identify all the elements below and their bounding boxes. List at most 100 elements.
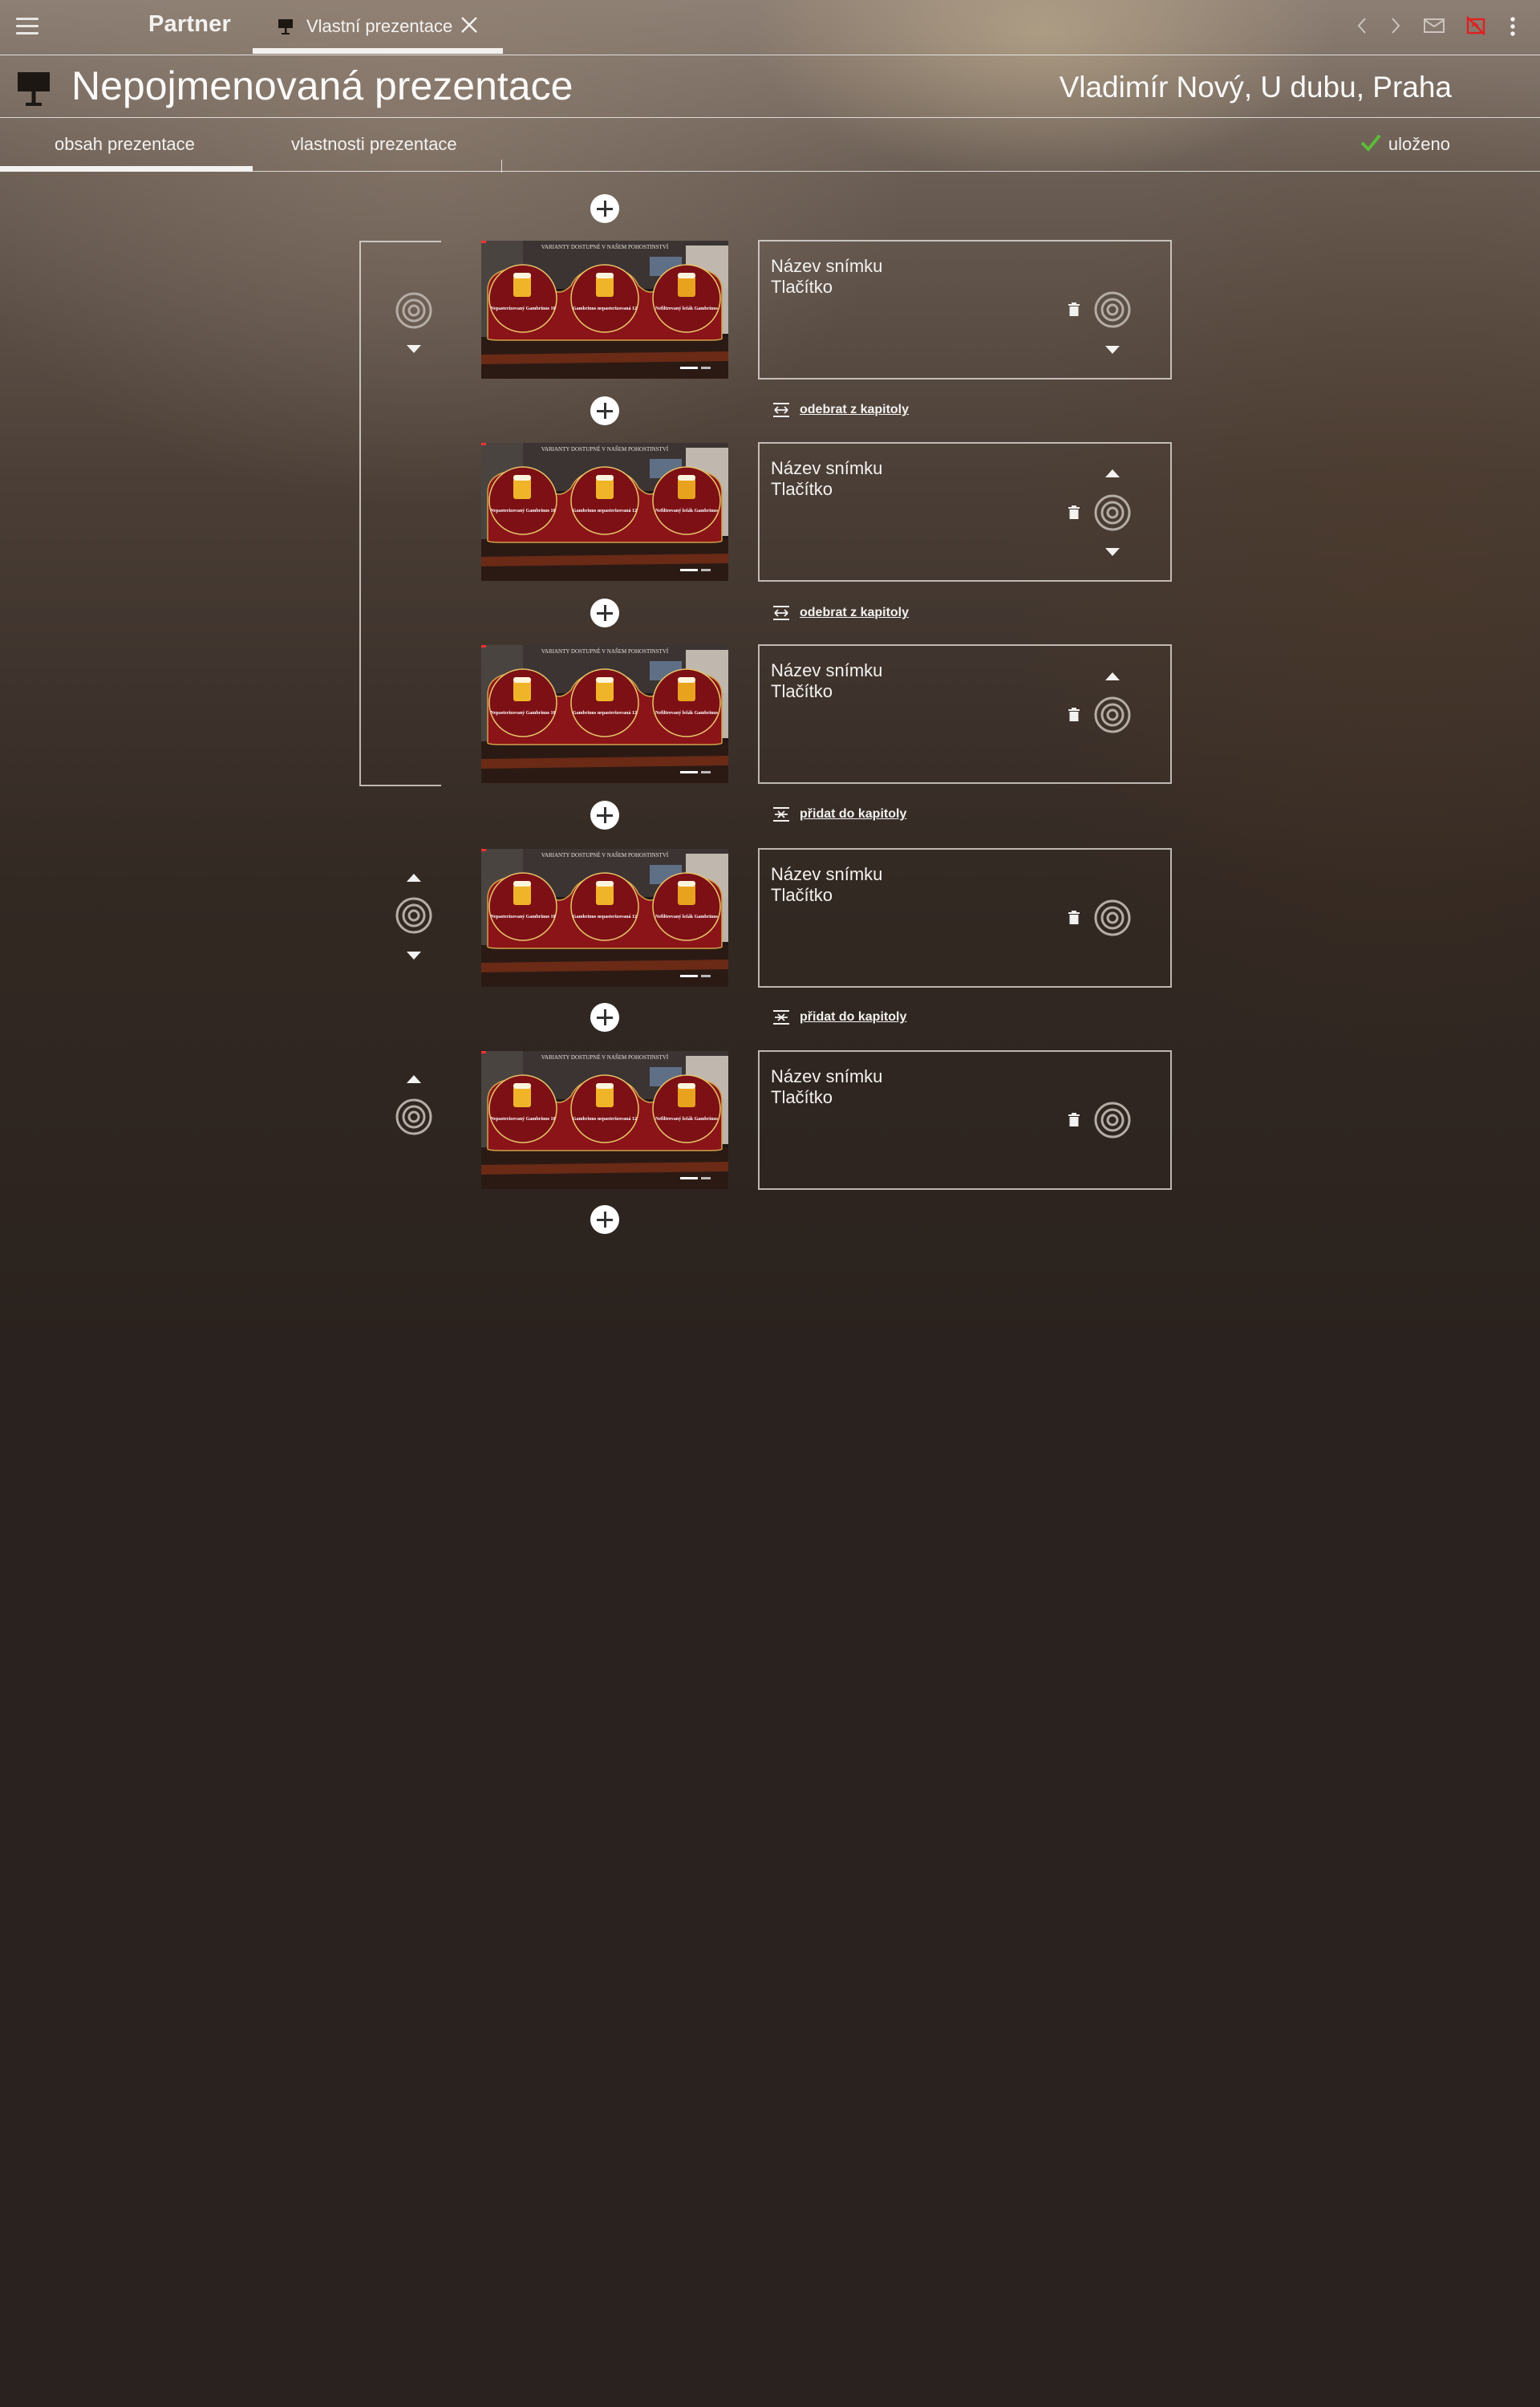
active-tab-indicator (0, 166, 253, 172)
thumbnail-heading: VARIANTY DOSTUPNÉ V NAŠEM POHOSTINSTVÍ (541, 446, 669, 453)
add-slide-button[interactable] (590, 194, 619, 223)
save-status-label: uloženo (1388, 134, 1450, 154)
checkmark-icon (1360, 134, 1381, 152)
slide-target-icon[interactable] (1094, 1102, 1131, 1143)
chevron-left-icon[interactable] (1354, 14, 1370, 41)
presentation-header: Nepojmenovaná prezentace Vladimír Nový, … (0, 55, 1540, 118)
move-down-icon[interactable] (406, 343, 422, 358)
slide-thumbnail[interactable]: VARIANTY DOSTUPNÉ V NAŠEM POHOSTINSTVÍ N… (481, 849, 728, 987)
remove-from-chapter-link[interactable]: odebrat z kapitoly (773, 606, 909, 620)
slide-thumbnail-image: VARIANTY DOSTUPNÉ V NAŠEM POHOSTINSTVÍ N… (481, 849, 728, 987)
thumbnail-item-title: Nefiltrovaný ležák Gambrinus (655, 1117, 719, 1122)
no-connection-icon[interactable] (1465, 15, 1486, 40)
tab-label: vlastnosti prezentace (291, 134, 457, 154)
move-up-icon[interactable] (406, 872, 422, 887)
slide-button-label[interactable]: Tlačítko (771, 277, 833, 298)
presentation-board-icon (277, 18, 294, 39)
delete-icon[interactable] (1068, 302, 1080, 321)
slide-target-icon[interactable] (1094, 899, 1131, 940)
add-slide-button[interactable] (590, 1205, 619, 1234)
slide-thumbnail[interactable]: VARIANTY DOSTUPNÉ V NAŠEM POHOSTINSTVÍ N… (481, 241, 728, 379)
slide-target-icon[interactable] (1094, 494, 1131, 535)
slide-thumbnail-image: VARIANTY DOSTUPNÉ V NAŠEM POHOSTINSTVÍ N… (481, 645, 728, 783)
tab-divider (501, 160, 502, 173)
app-brand: Partner (148, 11, 231, 37)
remove-from-chapter-icon (773, 403, 789, 417)
slide-name-label[interactable]: Název snímku (771, 458, 882, 479)
presentation-title[interactable]: Nepojmenovaná prezentace (71, 63, 573, 109)
thumbnail-item-title: Nefiltrovaný ležák Gambrinus (655, 509, 719, 513)
thumbnail-item-title: Gambrinus nepasterizovaná 12 (573, 711, 637, 716)
thumbnail-heading: VARIANTY DOSTUPNÉ V NAŠEM POHOSTINSTVÍ (541, 244, 669, 250)
slide-target-icon[interactable] (1094, 696, 1131, 737)
add-to-chapter-link[interactable]: přidat do kapitoly (773, 1010, 906, 1025)
thumbnail-heading: VARIANTY DOSTUPNÉ V NAŠEM POHOSTINSTVÍ (541, 1054, 669, 1061)
slide-thumbnail-image: VARIANTY DOSTUPNÉ V NAŠEM POHOSTINSTVÍ N… (481, 241, 728, 379)
chevron-right-icon[interactable] (1388, 14, 1404, 41)
slide-button-label[interactable]: Tlačítko (771, 885, 833, 906)
thumbnail-item-title: Nefiltrovaný ležák Gambrinus (655, 306, 719, 311)
thumbnail-item-title: Nepasterizovaný Gambrinus 10 (491, 1117, 556, 1122)
delete-icon[interactable] (1068, 708, 1080, 726)
add-slide-button[interactable] (590, 599, 619, 627)
thumbnail-item-title: Gambrinus nepasterizovaná 12 (573, 509, 637, 513)
move-down-icon[interactable] (1104, 344, 1121, 359)
mail-icon[interactable] (1423, 16, 1445, 39)
tab-obsah-prezentace[interactable]: obsah prezentace (0, 118, 253, 172)
slide-name-label[interactable]: Název snímku (771, 864, 882, 885)
slide-button-label[interactable]: Tlačítko (771, 1087, 833, 1108)
tab-label: obsah prezentace (55, 134, 195, 154)
remove-from-chapter-icon (773, 606, 789, 620)
move-down-icon[interactable] (406, 950, 422, 964)
delete-icon[interactable] (1068, 1113, 1080, 1131)
slide-name-label[interactable]: Název snímku (771, 660, 882, 681)
move-up-icon[interactable] (1104, 671, 1121, 685)
tab-label: Vlastní prezentace (306, 16, 453, 36)
thumbnail-heading: VARIANTY DOSTUPNÉ V NAŠEM POHOSTINSTVÍ (541, 648, 669, 655)
slide-thumbnail-image: VARIANTY DOSTUPNÉ V NAŠEM POHOSTINSTVÍ N… (481, 1051, 728, 1189)
slide-thumbnail[interactable]: VARIANTY DOSTUPNÉ V NAŠEM POHOSTINSTVÍ N… (481, 443, 728, 581)
thumbnail-item-title: Gambrinus nepasterizovaná 12 (573, 915, 637, 919)
more-vertical-icon[interactable] (1508, 16, 1518, 41)
add-slide-button[interactable] (590, 1003, 619, 1032)
add-slide-button[interactable] (590, 801, 619, 830)
move-down-icon[interactable] (1104, 546, 1121, 561)
subtabs-bar: obsah prezentace vlastnosti prezentace u… (0, 118, 1540, 172)
hamburger-menu-icon[interactable] (16, 18, 38, 35)
top-bar: Partner Vlastní prezentace (0, 0, 1540, 55)
slide-button-label[interactable]: Tlačítko (771, 479, 833, 500)
add-to-chapter-link[interactable]: přidat do kapitoly (773, 807, 906, 822)
slide-thumbnail[interactable]: VARIANTY DOSTUPNÉ V NAŠEM POHOSTINSTVÍ N… (481, 1051, 728, 1189)
slide-name-label[interactable]: Název snímku (771, 1066, 882, 1087)
slide-target-icon[interactable] (395, 897, 432, 938)
thumbnail-item-title: Nepasterizovaný Gambrinus 10 (491, 915, 556, 919)
add-to-chapter-icon (773, 1010, 789, 1025)
slide-name-label[interactable]: Název snímku (771, 256, 882, 277)
remove-from-chapter-link[interactable]: odebrat z kapitoly (773, 403, 909, 417)
thumbnail-item-title: Nefiltrovaný ležák Gambrinus (655, 915, 719, 919)
thumbnail-item-title: Nefiltrovaný ležák Gambrinus (655, 711, 719, 716)
slide-button-label[interactable]: Tlačítko (771, 681, 833, 702)
tab-vlastnosti-prezentace[interactable]: vlastnosti prezentace (253, 118, 501, 171)
delete-icon[interactable] (1068, 505, 1080, 524)
presentation-board-icon (16, 71, 51, 112)
slide-target-icon[interactable] (1094, 291, 1131, 332)
move-up-icon[interactable] (1104, 468, 1121, 482)
slide-target-icon[interactable] (395, 1098, 432, 1139)
thumbnail-heading: VARIANTY DOSTUPNÉ V NAŠEM POHOSTINSTVÍ (541, 852, 669, 858)
move-up-icon[interactable] (406, 1074, 422, 1088)
thumbnail-item-title: Gambrinus nepasterizovaná 12 (573, 306, 637, 311)
thumbnail-item-title: Nepasterizovaný Gambrinus 10 (491, 306, 556, 311)
close-tab-icon[interactable] (460, 15, 479, 39)
active-tab-indicator (253, 48, 503, 54)
add-slide-button[interactable] (590, 396, 619, 425)
chapter-target-icon[interactable] (395, 292, 432, 333)
delete-icon[interactable] (1068, 911, 1080, 929)
tab-vlastni-prezentace[interactable]: Vlastní prezentace (253, 0, 503, 54)
save-status: uloženo (1360, 134, 1450, 155)
slide-thumbnail[interactable]: VARIANTY DOSTUPNÉ V NAŠEM POHOSTINSTVÍ N… (481, 645, 728, 783)
thumbnail-item-title: Nepasterizovaný Gambrinus 10 (491, 711, 556, 716)
thumbnail-item-title: Gambrinus nepasterizovaná 12 (573, 1117, 637, 1122)
thumbnail-item-title: Nepasterizovaný Gambrinus 10 (491, 509, 556, 513)
presentation-owner: Vladimír Nový, U dubu, Praha (1059, 71, 1452, 104)
